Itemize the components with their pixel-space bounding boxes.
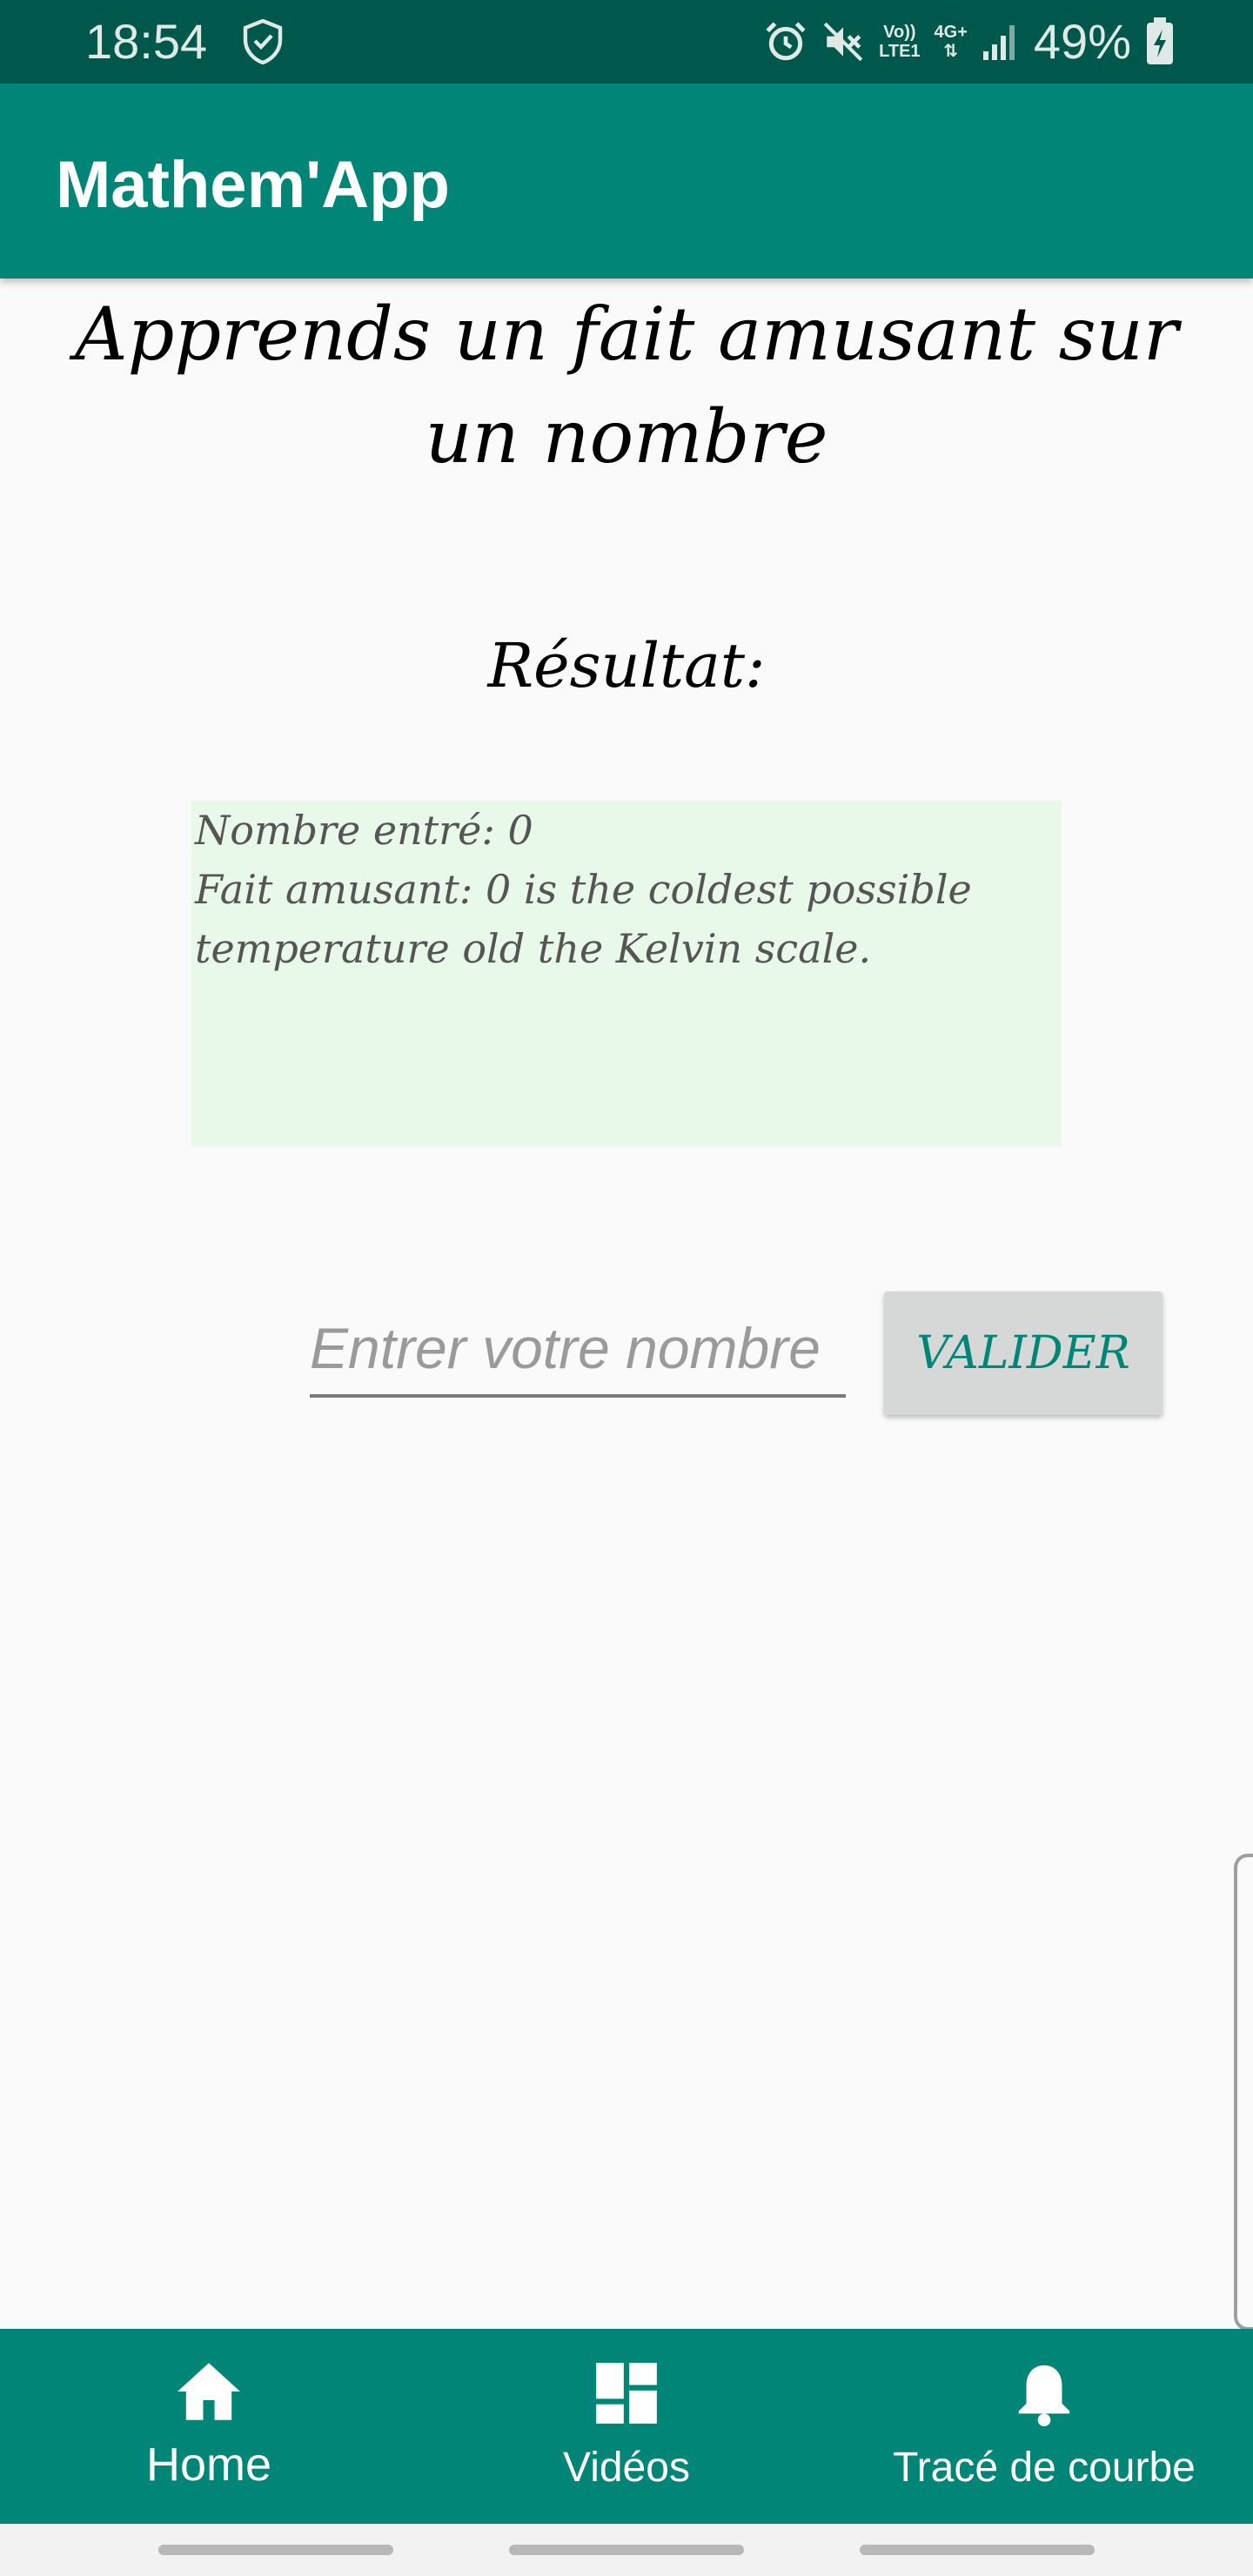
app-title: Mathem'App <box>56 148 450 222</box>
mute-icon <box>823 22 863 62</box>
app-bar: Mathem'App <box>0 84 1253 278</box>
home-icon <box>178 2363 240 2420</box>
alarm-icon <box>766 22 806 61</box>
gesture-pill-recents[interactable] <box>860 2545 1095 2555</box>
edge-panel-handle[interactable] <box>1234 1854 1253 2331</box>
dashboard-icon <box>596 2363 657 2424</box>
nav-label-home: Home <box>145 2438 272 2491</box>
battery-percentage: 49% <box>1033 14 1131 69</box>
number-input[interactable] <box>310 1302 846 1398</box>
status-icons: Vo)) LTE1 4G+ ⇅ 49% <box>764 12 1175 71</box>
signal-icon <box>982 25 1015 60</box>
page-heading: Apprends un fait amusant sur un nombre <box>74 292 1179 480</box>
volte-line1: Vo)) <box>883 23 916 42</box>
network-type: 4G+ <box>934 23 968 42</box>
gesture-pill-back[interactable] <box>158 2545 393 2555</box>
nav-item-home[interactable]: Home <box>104 2329 313 2524</box>
gesture-pill-home[interactable] <box>509 2545 744 2555</box>
data-arrows-icon: ⇅ <box>943 42 959 61</box>
nav-label-videos: Vidéos <box>563 2445 690 2491</box>
nav-item-curve[interactable]: Tracé de courbe <box>870 2329 1218 2524</box>
battery-charging-icon <box>1147 17 1173 64</box>
nav-label-curve: Tracé de courbe <box>893 2445 1196 2491</box>
network-indicator: 4G+ ⇅ <box>935 23 968 61</box>
bottom-navigation: Home Vidéos Tracé de courbe <box>0 2329 1253 2524</box>
status-bar: 18:54 Vo)) LTE1 4G+ ⇅ 49% <box>0 0 1253 84</box>
result-label: Résultat: <box>487 630 766 701</box>
volte-indicator: Vo)) LTE1 <box>879 23 920 61</box>
result-number-line: Nombre entré: 0 <box>195 807 533 854</box>
nav-item-videos[interactable]: Vidéos <box>522 2329 731 2524</box>
result-fact-line: Fait amusant: 0 is the coldest possible … <box>195 866 972 972</box>
result-box: Nombre entré: 0 Fait amusant: 0 is the c… <box>191 801 1062 1147</box>
status-time: 18:54 <box>85 14 208 69</box>
volte-line2: LTE1 <box>879 42 921 61</box>
shield-icon <box>243 19 283 64</box>
notifications-icon <box>1018 2365 1070 2426</box>
gesture-bar <box>0 2524 1253 2576</box>
validate-button[interactable]: VALIDER <box>884 1291 1163 1415</box>
